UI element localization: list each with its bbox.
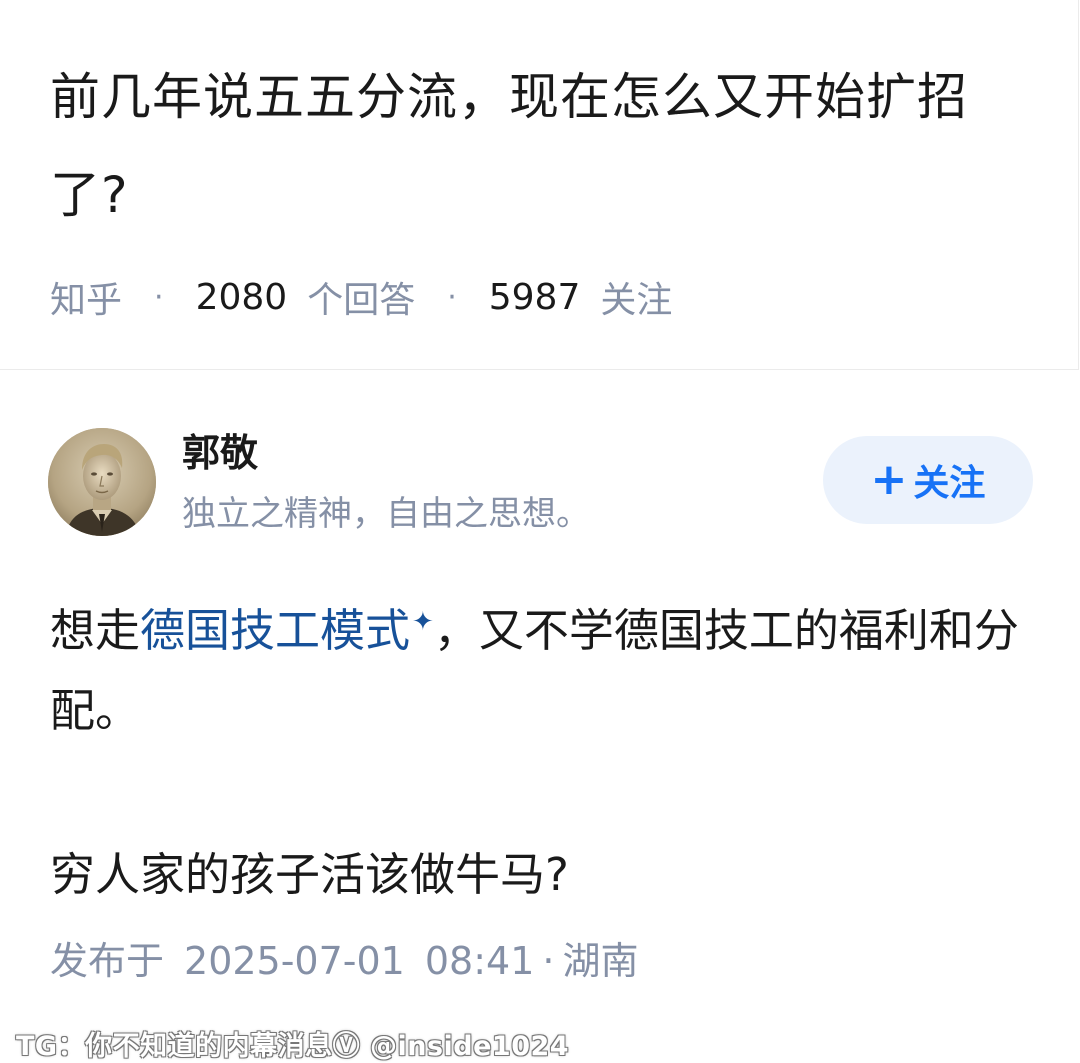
- publish-prefix: 发布于: [50, 939, 165, 983]
- answer-content[interactable]: 想走德国技工模式✦，又不学德国技工的福利和分配。 穷人家的孩子活该做牛马?: [50, 582, 1040, 915]
- followers-count: 5987: [488, 276, 581, 318]
- answer-item: 郭敬 独立之精神，自由之思想。 + 关注 想走德国技工模式✦，又不学德国技工的福…: [0, 370, 1080, 1062]
- publish-date: 2025-07-01: [184, 939, 405, 983]
- sparkle-icon: ✦: [412, 607, 434, 637]
- avatar[interactable]: [48, 428, 156, 536]
- meta-separator: ·: [542, 939, 555, 983]
- plus-icon: +: [870, 454, 908, 505]
- author-bio: 独立之精神，自由之思想。: [182, 494, 590, 534]
- follow-button[interactable]: + 关注: [823, 436, 1033, 524]
- question-title[interactable]: 前几年说五五分流，现在怎么又开始扩招了?: [50, 48, 1040, 244]
- keyword-link[interactable]: 德国技工模式: [140, 604, 410, 657]
- portrait-avatar-icon: [48, 428, 156, 536]
- meta-separator: ·: [447, 279, 457, 315]
- publish-time: 08:41: [424, 939, 535, 983]
- source-label[interactable]: 知乎: [50, 271, 122, 323]
- author-row: 郭敬 独立之精神，自由之思想。 + 关注: [48, 428, 1033, 538]
- question-card: 前几年说五五分流，现在怎么又开始扩招了? 知乎 · 2080 个回答 · 598…: [0, 0, 1079, 370]
- author-name[interactable]: 郭敬: [182, 428, 258, 478]
- answer-paragraph: 想走德国技工模式✦，又不学德国技工的福利和分配。: [50, 582, 1040, 751]
- meta-separator: ·: [154, 279, 164, 315]
- watermark-text: TG：你不知道的内幕消息Ⓥ @inside1024: [16, 1031, 570, 1062]
- question-meta: 知乎 · 2080 个回答 · 5987 关注: [50, 272, 672, 322]
- answer-paragraph: 穷人家的孩子活该做牛马?: [50, 848, 569, 901]
- answers-label: 个回答: [307, 280, 416, 321]
- answers-count: 2080: [195, 276, 288, 318]
- publish-location: 湖南: [562, 939, 639, 983]
- publish-info: 发布于 2025-07-01 08:41 · 湖南: [50, 936, 638, 986]
- follow-label: 关注: [913, 463, 986, 504]
- answer-text: 想走: [50, 604, 141, 657]
- followers-label: 关注: [600, 280, 673, 321]
